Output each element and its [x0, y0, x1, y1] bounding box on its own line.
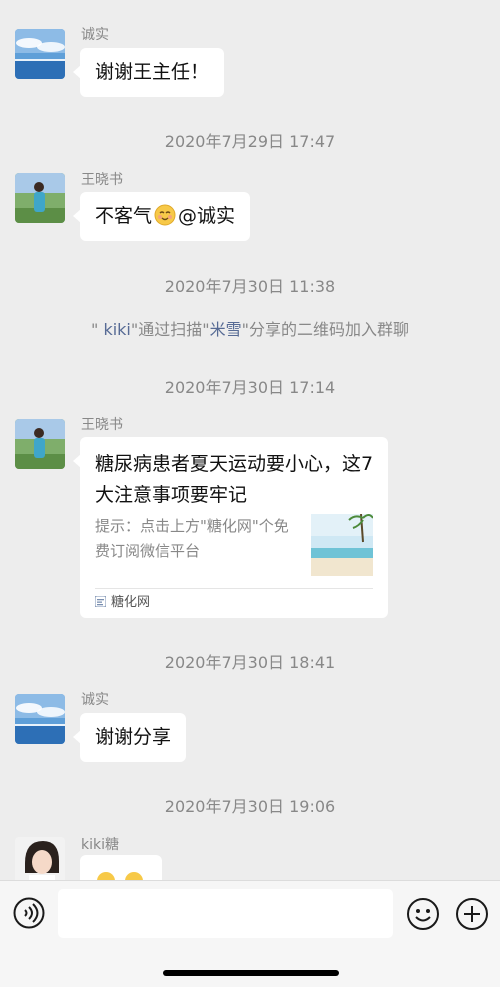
sender-name: 诚实: [81, 692, 109, 708]
official-account-icon: [95, 596, 106, 607]
message-text: 不客气: [95, 205, 153, 227]
timestamp: 2020年7月30日 18:41: [164, 653, 336, 672]
plus-icon[interactable]: [455, 897, 489, 931]
smiling-face-emoji-icon: [154, 204, 176, 226]
avatar-wangxiaoshu[interactable]: [15, 419, 65, 469]
emoji-pair-icon: [97, 872, 143, 880]
timestamp: 2020年7月30日 11:38: [164, 277, 336, 296]
system-quote: ": [91, 320, 104, 339]
input-bar: [0, 880, 500, 987]
beach-thumbnail-image: [311, 514, 373, 576]
woman-portrait-avatar-image: [15, 837, 65, 880]
mention-text: @诚实: [178, 205, 236, 227]
system-text-tail: "分享的二维码加入群聊: [241, 320, 409, 339]
voice-icon[interactable]: [13, 897, 45, 929]
home-indicator[interactable]: [163, 970, 339, 976]
article-card[interactable]: 糖尿病患者夏天运动要小心，这7大注意事项要牢记 提示：点击上方"糖化网"个免费订…: [73, 437, 388, 618]
sender-name: 王晓书: [81, 172, 123, 188]
sky-sea-avatar-image: [15, 694, 65, 744]
user-link-kiki[interactable]: kiki: [103, 320, 130, 339]
article-title: 糖尿病患者夏天运动要小心，这7大注意事项要牢记: [95, 453, 374, 506]
timestamp: 2020年7月29日 17:47: [164, 132, 336, 151]
article-source-label: 糖化网: [111, 595, 151, 610]
sky-sea-avatar-image: [15, 29, 65, 79]
timestamp: 2020年7月30日 17:14: [164, 378, 336, 397]
portrait-avatar-image: [15, 173, 65, 223]
message-bubble[interactable]: 谢谢分享: [72, 713, 187, 762]
avatar-kiki[interactable]: [15, 837, 65, 880]
article-description: 提示：点击上方"糖化网"个免费订阅微信平台: [95, 517, 289, 560]
message-bubble-partial[interactable]: [80, 855, 162, 880]
portrait-avatar-image: [15, 419, 65, 469]
timestamp: 2020年7月30日 19:06: [164, 797, 336, 816]
message-bubble[interactable]: 谢谢王主任！: [72, 48, 225, 97]
chat-area: 诚实 谢谢王主任！ 2020年7月29日 17:47 王晓书 不客气 @诚实 2…: [0, 0, 500, 880]
avatar-wangxiaoshu[interactable]: [15, 173, 65, 223]
system-text: "通过扫描": [130, 320, 210, 339]
avatar-chengshi[interactable]: [15, 29, 65, 79]
sender-name: 王晓书: [81, 417, 123, 433]
emoji-icon[interactable]: [406, 897, 440, 931]
sender-name: kiki糖: [81, 837, 119, 853]
article-source: 糖化网: [95, 594, 150, 612]
avatar-chengshi[interactable]: [15, 694, 65, 744]
message-input[interactable]: [58, 889, 393, 938]
message-bubble[interactable]: 不客气 @诚实: [72, 192, 251, 241]
article-thumbnail: [311, 514, 373, 576]
user-link-mixue[interactable]: 米雪: [210, 320, 242, 339]
sender-name: 诚实: [81, 27, 109, 43]
card-divider: [95, 588, 373, 589]
system-notice: " kiki"通过扫描"米雪"分享的二维码加入群聊: [0, 316, 500, 340]
